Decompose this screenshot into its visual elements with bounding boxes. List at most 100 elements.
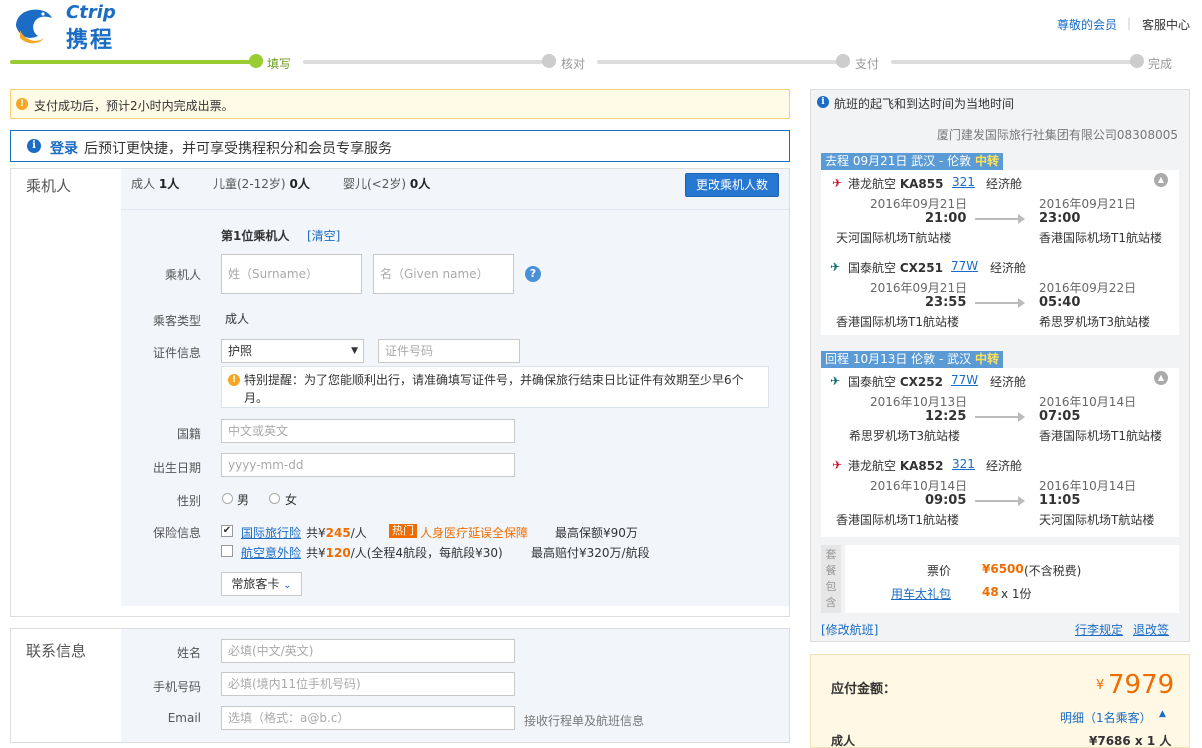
id-tip-text: 特别提醒：为了您能顺利出行，请准确填写证件号，并确保旅行结束日比证件有效期至少早…	[244, 373, 744, 405]
cathay-logo-icon: ✈	[830, 260, 841, 274]
modify-flight-link[interactable]: [修改航班]	[821, 621, 878, 638]
leg-cabin: 经济舱	[986, 459, 1023, 473]
dep-time: 12:25	[925, 409, 967, 424]
arr-time: 05:40	[1039, 295, 1081, 310]
passenger-type-label: 乘客类型	[152, 314, 201, 328]
progress-segment	[303, 60, 548, 64]
dragonair-logo-icon: ✈	[832, 458, 843, 472]
gender-label: 性别	[176, 494, 201, 508]
nationality-input[interactable]: 中文或英文	[221, 419, 515, 443]
info-icon: i	[27, 139, 41, 153]
aircraft-type-link[interactable]: 321	[952, 457, 975, 471]
member-link[interactable]: 尊敬的会员	[1057, 16, 1117, 33]
progress-step-3-label: 支付	[855, 57, 880, 71]
ticket-price: ¥6500	[982, 562, 1024, 576]
travel-insurance-max: 最高保额¥90万	[555, 526, 638, 540]
progress-dot-step-2	[542, 54, 556, 68]
ticket-notice-text: 支付成功后，预计2小时内完成出票。	[34, 99, 234, 113]
outbound-transfer-badge: 中转	[974, 154, 999, 168]
contact-phone-input[interactable]: 必填(境内11位手机号码)	[221, 672, 515, 696]
arr-airport: 香港国际机场T1航站楼	[1039, 429, 1162, 443]
aircraft-type-link[interactable]: 321	[952, 175, 975, 189]
contact-name-input[interactable]: 必填(中文/英文)	[221, 639, 515, 663]
collapse-up-icon[interactable]: ▲	[1154, 371, 1168, 385]
baggage-rules-link[interactable]: 行李规定	[1075, 621, 1123, 638]
arr-date: 2016年09月22日	[1039, 281, 1137, 295]
return-route: 回程 10月13日 伦敦 - 武汉	[825, 352, 972, 366]
outbound-route: 去程 09月21日 武汉 - 伦敦	[825, 154, 972, 168]
travel-insurance-checkbox[interactable]: ✔	[221, 525, 233, 537]
arr-time: 23:00	[1039, 211, 1081, 226]
arr-date: 2016年10月14日	[1039, 479, 1137, 493]
ctrip-logo[interactable]: Ctrip 携程	[10, 2, 130, 53]
change-passenger-count-button[interactable]: 更改乘机人数	[685, 173, 779, 197]
dragonair-logo-icon: ✈	[832, 176, 843, 190]
dolphin-logo-icon	[16, 9, 52, 44]
collapse-up-icon[interactable]: ▲	[1154, 173, 1168, 187]
dep-date: 2016年10月13日	[870, 395, 968, 409]
help-icon[interactable]: ?	[525, 266, 541, 282]
gender-female-radio[interactable]	[269, 493, 280, 504]
nationality-label: 国籍	[176, 427, 201, 441]
leg-cabin: 经济舱	[986, 177, 1023, 191]
contact-email-input[interactable]: 选填（格式：a@b.c）	[221, 706, 515, 730]
chevron-down-icon: ▼	[351, 346, 358, 356]
arrow-head-icon	[1018, 412, 1025, 422]
agency-name: 厦门建发国际旅行社集团有限公司08308005	[936, 128, 1178, 142]
dep-airport: 香港国际机场T1航站楼	[836, 513, 959, 527]
car-gift-price: 48	[982, 585, 999, 599]
arrow-head-icon	[1018, 298, 1025, 308]
surname-input[interactable]: 姓（Surname）	[221, 254, 362, 294]
id-info-label: 证件信息	[152, 346, 201, 360]
progress-dot-step-1	[249, 54, 263, 68]
dep-time: 23:55	[925, 295, 967, 310]
dep-time: 09:05	[925, 493, 967, 508]
ticket-price-label: 票价	[927, 564, 952, 578]
infant-count: 婴儿(<2岁) 0人	[343, 177, 431, 191]
arrow-head-icon	[1018, 214, 1025, 224]
package-side-label: 套餐包含	[821, 545, 841, 613]
accident-insurance-link[interactable]: 航空意外险	[241, 544, 301, 561]
travel-insurance-highlight: 人身医疗延误全保障	[420, 526, 529, 540]
ticket-price-note: (不含税费)	[1024, 564, 1082, 578]
id-type-select[interactable]: 护照 ▼	[221, 339, 364, 363]
arr-airport: 香港国际机场T1航站楼	[1039, 231, 1162, 245]
chevron-up-icon[interactable]: ▲	[1159, 709, 1166, 719]
id-type-value: 护照	[228, 344, 253, 358]
warning-icon: !	[228, 374, 240, 386]
cathay-logo-icon: ✈	[830, 374, 841, 388]
arr-time: 11:05	[1039, 493, 1081, 508]
leg-airline: 国泰航空 CX251	[848, 261, 943, 275]
frequent-flyer-button[interactable]: 常旅客卡 ⌄	[221, 572, 302, 596]
id-number-input[interactable]: 证件号码	[378, 339, 520, 363]
contact-name-label: 姓名	[176, 646, 201, 660]
accident-insurance-checkbox[interactable]	[221, 545, 233, 557]
login-link[interactable]: 登录	[50, 138, 78, 158]
adult-price-label: 成人	[831, 734, 856, 748]
car-gift-link[interactable]: 用车太礼包	[891, 585, 951, 602]
birth-date-input[interactable]: yyyy-mm-dd	[221, 453, 515, 477]
travel-insurance-price: 共¥245/人	[306, 526, 367, 540]
clear-passenger-link[interactable]: [清空]	[307, 227, 340, 244]
gender-male-label: 男	[237, 493, 250, 507]
info-icon: i	[817, 96, 829, 108]
leg-airline: 港龙航空 KA855	[848, 177, 944, 191]
leg-airline: 国泰航空 CX252	[848, 375, 943, 389]
given-name-input[interactable]: 名（Given name）	[373, 254, 514, 294]
progress-dot-step-4	[1130, 54, 1144, 68]
header-separator: |	[1127, 16, 1132, 30]
amount-due-total: 7979	[1108, 670, 1175, 700]
aircraft-type-link[interactable]: 77W	[951, 373, 978, 387]
accident-insurance-price: 共¥120/人(全程4航段，每航段¥30)	[306, 546, 503, 560]
dep-airport: 天河国际机场T航站楼	[836, 231, 952, 245]
gender-male-radio[interactable]	[222, 493, 233, 504]
return-header: 回程 10月13日 伦敦 - 武汉 中转	[821, 351, 1003, 368]
price-detail-link[interactable]: 明细（1名乘客）	[1060, 709, 1152, 726]
package-card	[845, 545, 1179, 613]
refund-change-link[interactable]: 退改签	[1133, 621, 1169, 638]
service-center-link[interactable]: 客服中心	[1142, 16, 1190, 33]
travel-insurance-link[interactable]: 国际旅行险	[241, 524, 301, 541]
arr-airport: 希思罗机场T3航站楼	[1039, 315, 1150, 329]
frequent-flyer-label: 常旅客卡	[231, 577, 280, 591]
aircraft-type-link[interactable]: 77W	[951, 259, 978, 273]
